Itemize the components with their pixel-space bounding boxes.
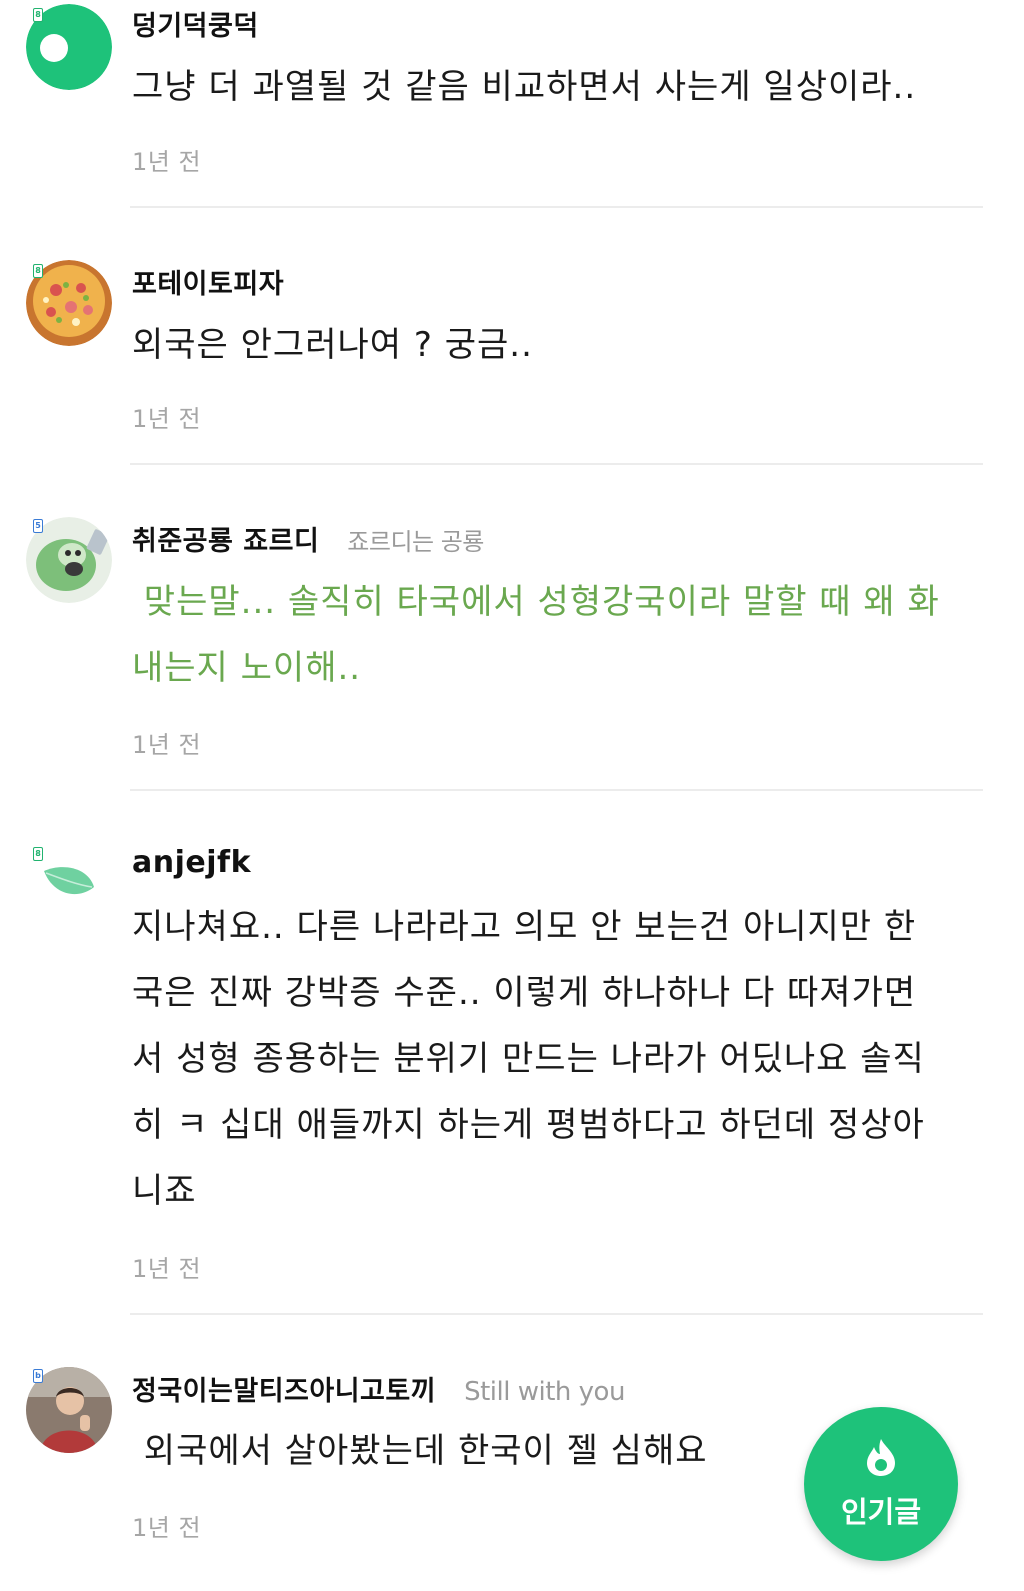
level-badge: 8 [33, 847, 43, 861]
nickname[interactable]: 포테이토피자 [132, 262, 284, 301]
comment-body: 지나쳐요.. 다른 나라라고 의모 안 보는건 아니지만 한 국은 진짜 강박증… [132, 894, 982, 1224]
comment-line: 국은 진짜 강박증 수준.. 이렇게 하나하나 다 따져가면 [132, 973, 917, 1013]
nickname[interactable]: anjejfk [132, 845, 251, 880]
avatar[interactable]: b [26, 1367, 112, 1453]
timestamp: 1년 전 [132, 405, 202, 433]
comment-line: 서 성형 종용하는 분위기 만드는 나라가 어딨나요 솔직 [132, 1039, 925, 1079]
comment-line: 그냥 더 과열될 것 같음 비교하면서 사는게 일상이라.. [132, 67, 917, 107]
timestamp: 1년 전 [132, 731, 202, 759]
comment-line: 맞는말... 솔직히 타국에서 성형강국이라 말할 때 왜 화 [132, 582, 940, 622]
comment-line: 지나쳐요.. 다른 나라라고 의모 안 보는건 아니지만 한 [132, 907, 917, 947]
comment-body: 맞는말... 솔직히 타국에서 성형강국이라 말할 때 왜 화 내는지 노이해.… [132, 569, 982, 701]
avatar[interactable]: 8 [26, 4, 112, 90]
title-tag: Still with you [464, 1377, 625, 1407]
title-tag: 죠르디는 공룡 [347, 528, 484, 556]
comment-line: 외국은 안그러나여 ? 궁금.. [132, 325, 533, 365]
comment-body: 외국은 안그러나여 ? 궁금.. [132, 312, 982, 378]
comment-line: 니죠 [132, 1171, 197, 1211]
nickname[interactable]: 정국이는말티즈아니고토끼 [132, 1369, 436, 1408]
fab-label: 인기글 [840, 1495, 922, 1529]
fire-icon [863, 1437, 899, 1481]
comment-line: 내는지 노이해.. [132, 648, 362, 688]
comment-list-page: 8 덩기덕쿵덕 그냥 더 과열될 것 같음 비교하면서 사는게 일상이라.. 1… [0, 0, 1024, 1591]
divider [130, 1313, 983, 1315]
nickname[interactable]: 덩기덕쿵덕 [132, 4, 259, 43]
comment-body: 그냥 더 과열될 것 같음 비교하면서 사는게 일상이라.. [132, 54, 982, 120]
divider [130, 463, 983, 465]
avatar[interactable]: 5 [26, 517, 112, 603]
divider [130, 206, 983, 208]
nickname[interactable]: 취준공룡 죠르디 [132, 519, 319, 558]
avatar[interactable]: 8 [26, 260, 112, 346]
timestamp: 1년 전 [132, 1514, 202, 1542]
popular-posts-button[interactable]: 인기글 [804, 1407, 958, 1561]
timestamp: 1년 전 [132, 1255, 202, 1283]
level-badge: 8 [33, 264, 43, 278]
level-badge: 8 [33, 8, 43, 22]
level-badge: b [33, 1369, 43, 1383]
divider [130, 789, 983, 791]
level-badge: 5 [33, 519, 43, 533]
comment-line: 히 ㅋ 십대 애들까지 하는게 평범하다고 하던데 정상아 [132, 1105, 925, 1145]
timestamp: 1년 전 [132, 148, 202, 176]
avatar[interactable]: 8 [26, 843, 112, 929]
